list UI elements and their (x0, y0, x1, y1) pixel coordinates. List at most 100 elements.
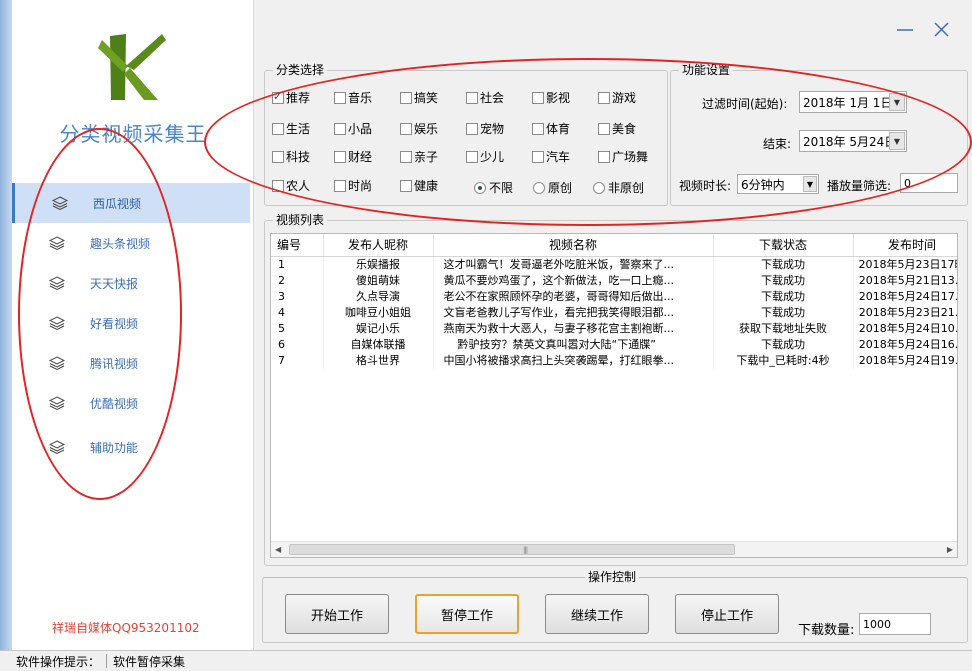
sidebar-item-auxiliary[interactable]: 辅助功能 (12, 423, 250, 471)
column-header[interactable]: 发布人昵称 (323, 234, 434, 257)
checkbox-square-dance[interactable]: 广场舞 (598, 148, 648, 165)
checkbox-finance[interactable]: 财经 (334, 148, 372, 165)
sidebar-item-xigua-video[interactable]: 西瓜视频 (12, 183, 250, 223)
table-row[interactable]: 5 娱记小乐 燕南天为救十大恶人，与妻子移花宫主割袍断... 获取下载地址失败 2018… (271, 320, 957, 337)
sidebar-item-qutoutiao-video[interactable]: 趣头条视频 (12, 223, 250, 263)
checkbox-kids[interactable]: 少儿 (466, 148, 504, 165)
resume-button[interactable]: 继续工作 (545, 594, 649, 634)
checkbox-society[interactable]: 社会 (466, 89, 504, 106)
checkbox-label: 健康 (414, 179, 439, 193)
play-filter-label: 播放量筛选: (827, 179, 892, 193)
table-row[interactable]: 1 乐娱播报 这才叫霸气！发哥逼老外吃脏米饭，警察来了... 下载成功 2018年5月2… (271, 256, 957, 273)
cell-title: 中国小将被播求高扫上头突袭踢晕，打红眼拳... (433, 352, 714, 369)
cell-title: 这才叫霸气！发哥逼老外吃脏米饭，警察来了... (433, 256, 714, 273)
brand-footer: 祥瑞自媒体QQ953201102 (52, 621, 200, 635)
checkbox-funny[interactable]: 搞笑 (400, 89, 438, 106)
radio-original[interactable]: 原创 (533, 179, 572, 196)
pause-button[interactable]: 暂停工作 (415, 594, 519, 634)
checkbox-label: 体育 (546, 122, 571, 136)
checkbox-sports[interactable]: 体育 (532, 120, 570, 137)
cell-id: 7 (271, 352, 324, 369)
checkbox-label: 农人 (286, 179, 311, 193)
checkbox-farmer[interactable]: 农人 (272, 177, 310, 194)
cell-published: 2018年5月24日16... (853, 336, 957, 353)
table-row[interactable]: 2 傻姐萌妹 黄瓜不要炒鸡蛋了，这个新做法，吃一口上瘾... 下载成功 2018年5月2… (271, 272, 957, 289)
stop-button[interactable]: 停止工作 (675, 594, 779, 634)
checkbox-life[interactable]: 生活 (272, 120, 310, 137)
chevron-down-icon[interactable]: ▼ (889, 132, 905, 150)
sidebar-item-haokan-video[interactable]: 好看视频 (12, 303, 250, 343)
horizontal-scrollbar[interactable]: ◀ ||| ▶ (271, 541, 957, 557)
download-count-input[interactable]: 1000 (859, 613, 931, 635)
checkbox-recommend[interactable]: 推荐 (272, 89, 310, 106)
status-label: 软件操作提示： (16, 654, 101, 669)
scrollbar-thumb[interactable]: ||| (289, 544, 735, 555)
table-row[interactable]: 6 自媒体联播 黔驴技穷？禁英文真叫嚣对大陆“下通牒” 下载成功 2018年5月24日1… (271, 336, 957, 353)
sidebar-item-tencent-video[interactable]: 腾讯视频 (12, 343, 250, 383)
duration-label: 视频时长: (679, 179, 732, 193)
checkbox-box (272, 150, 284, 163)
sidebar-item-youku-video[interactable]: 优酷视频 (12, 383, 250, 423)
checkbox-box (400, 150, 412, 163)
table-row[interactable]: 7 格斗世界 中国小将被播求高扫上头突袭踢晕，打红眼拳... 下载中_已耗时:4秒 20… (271, 352, 957, 369)
close-icon[interactable] (930, 18, 952, 40)
minimize-icon[interactable] (894, 18, 916, 40)
grip-icon: ||| (523, 546, 528, 554)
filter-end-date-picker[interactable]: 2018年 5月24日 ▼ (799, 130, 907, 152)
video-table[interactable]: 编号 发布人昵称 视频名称 下载状态 发布时间 1 乐娱播报 这才叫霸气！发哥逼老外… (270, 233, 958, 558)
scroll-right-icon[interactable]: ▶ (947, 545, 953, 554)
checkbox-label: 影视 (546, 91, 571, 105)
radio-label: 不限 (489, 181, 514, 195)
checkbox-game[interactable]: 游戏 (598, 89, 636, 106)
sidebar-item-label: 趣头条视频 (90, 237, 151, 251)
checkbox-tech[interactable]: 科技 (272, 148, 310, 165)
column-header[interactable]: 下载状态 (713, 234, 854, 257)
status-bar: 软件操作提示： 软件暂停采集 (0, 650, 972, 671)
checkbox-film[interactable]: 影视 (532, 89, 570, 106)
layers-icon (49, 440, 65, 455)
checkbox-box (334, 179, 346, 192)
checkbox-food[interactable]: 美食 (598, 120, 636, 137)
window-left-edge (0, 0, 12, 650)
checkbox-box (598, 150, 610, 163)
cell-published: 2018年5月23日17时 (853, 256, 957, 273)
column-header[interactable]: 编号 (271, 234, 324, 257)
table-row[interactable]: 3 久点导演 老公不在家照顾怀孕的老婆，哥哥得知后做出... 下载成功 2018年5月2… (271, 288, 957, 305)
checkbox-cars[interactable]: 汽车 (532, 148, 570, 165)
checkbox-label: 宠物 (480, 122, 505, 136)
settings-group-title: 功能设置 (679, 63, 734, 77)
checkbox-entertainment[interactable]: 娱乐 (400, 120, 438, 137)
column-header[interactable]: 视频名称 (433, 234, 714, 257)
checkbox-pets[interactable]: 宠物 (466, 120, 504, 137)
filter-start-date-picker[interactable]: 2018年 1月 1日 ▼ (799, 91, 907, 113)
sidebar: 分类视频采集王 西瓜视频 趣头条视频 天天快报 好看视频 腾讯视频 优酷视频 辅 (12, 0, 254, 650)
play-filter-input[interactable]: 0 (900, 173, 958, 193)
checkbox-label: 游戏 (612, 91, 637, 105)
duration-select[interactable]: 6分钟内 ▼ (737, 174, 819, 194)
cell-author: 乐娱播报 (323, 256, 434, 273)
checkbox-sketch[interactable]: 小品 (334, 120, 372, 137)
checkbox-label: 少儿 (480, 150, 505, 164)
scroll-left-icon[interactable]: ◀ (275, 545, 281, 554)
checkbox-health[interactable]: 健康 (400, 177, 438, 194)
duration-value: 6分钟内 (741, 177, 785, 192)
category-group-title: 分类选择 (273, 63, 328, 77)
checkbox-music[interactable]: 音乐 (334, 89, 372, 106)
checkbox-box (532, 150, 544, 163)
cell-published: 2018年5月24日17... (853, 288, 957, 305)
checkbox-label: 科技 (286, 150, 311, 164)
chevron-down-icon[interactable]: ▼ (803, 176, 817, 192)
table-row[interactable]: 4 咖啡豆小姐姐 文盲老爸教儿子写作业，看完把我笑得眼泪都... 下载成功 2018年5… (271, 304, 957, 321)
cell-id: 4 (271, 304, 324, 321)
chevron-down-icon[interactable]: ▼ (889, 93, 905, 111)
filter-end-date-value: 2018年 5月24日 (803, 134, 897, 149)
column-header[interactable]: 发布时间 (853, 234, 957, 257)
radio-unlimited[interactable]: 不限 (474, 179, 513, 196)
cell-author: 自媒体联播 (323, 336, 434, 353)
checkbox-parenting[interactable]: 亲子 (400, 148, 438, 165)
status-divider (106, 654, 108, 668)
checkbox-fashion[interactable]: 时尚 (334, 177, 372, 194)
sidebar-item-tiantian-kuaibao[interactable]: 天天快报 (12, 263, 250, 303)
radio-non-original[interactable]: 非原创 (593, 179, 644, 196)
start-button[interactable]: 开始工作 (285, 594, 389, 634)
